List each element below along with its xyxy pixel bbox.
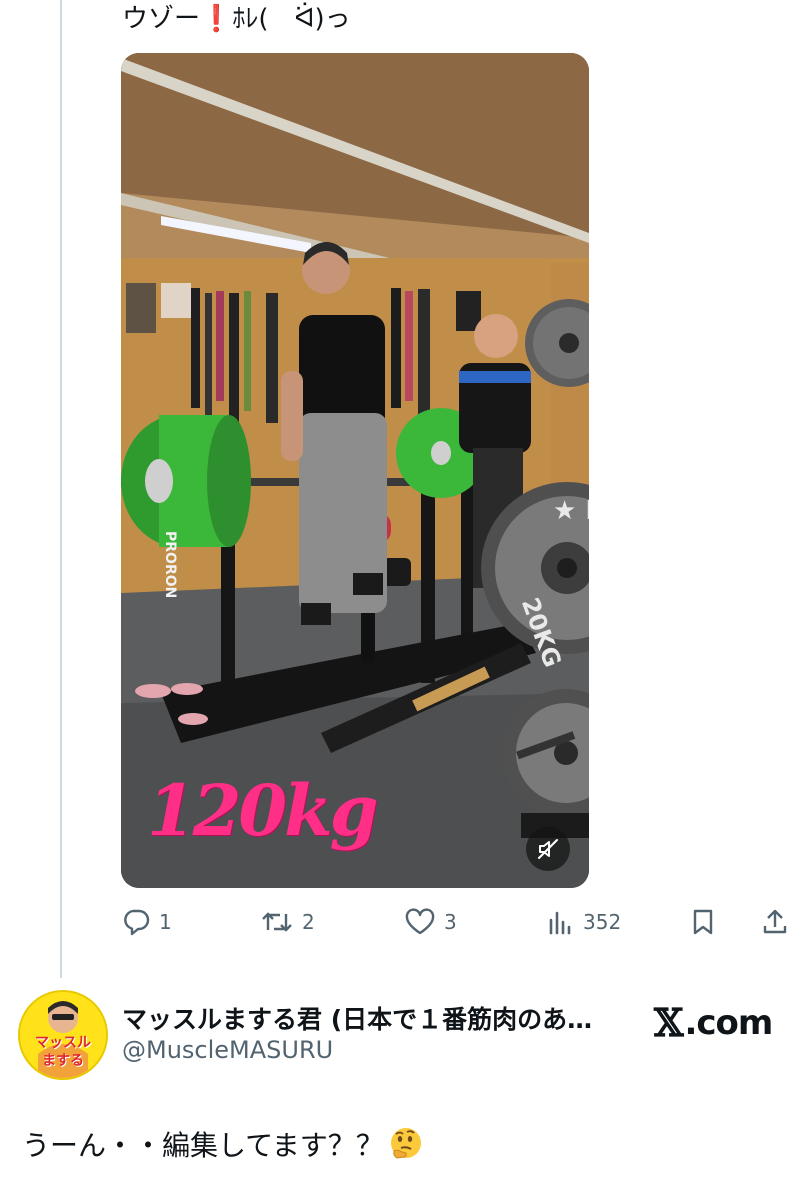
repost-button[interactable]: 2	[260, 900, 315, 944]
source-link[interactable]: 𝕏 .com	[654, 1000, 773, 1045]
views-icon	[549, 911, 571, 935]
thread-connector-line	[60, 0, 62, 978]
x-logo-icon: 𝕏	[654, 1000, 684, 1045]
tweet-text: ウゾー❗ﾎﾚ( ᐛ)っ	[122, 2, 351, 36]
reply-text-body: うーん・・編集してます？？	[22, 1129, 384, 1162]
tweet-action-bar: 1 2 3 352	[0, 900, 810, 944]
mute-toggle-button[interactable]	[526, 827, 570, 871]
video-frame: PRORON ★ EX 20KG	[121, 53, 589, 888]
bookmark-icon	[693, 909, 713, 935]
thinking-face-icon	[390, 1128, 421, 1159]
reply-text: うーん・・編集してます？？	[22, 1124, 424, 1164]
avatar[interactable]: マッスル まする	[18, 990, 108, 1080]
avatar-logo-text-top: マッスル	[35, 1035, 91, 1051]
like-count: 3	[444, 910, 457, 934]
like-button[interactable]: 3	[404, 900, 457, 944]
exclamation-emoji: ❗	[200, 4, 233, 34]
svg-text:★ EX: ★ EX	[553, 496, 589, 526]
heart-icon	[405, 908, 435, 935]
tweet-text-tail: ﾎﾚ( ᐛ)っ	[232, 4, 351, 34]
reply-button[interactable]: 1	[121, 900, 172, 944]
repost-icon	[262, 912, 292, 932]
share-icon	[763, 909, 787, 934]
tweet-text-main: ウゾー	[122, 4, 201, 34]
muted-speaker-icon	[538, 839, 558, 859]
weight-overlay-text: 120kg	[147, 769, 379, 852]
author-display-name[interactable]: マッスルまする君 (日本で１番筋肉のあ…	[122, 1000, 630, 1036]
quoted-author-card[interactable]: マッスル まする マッスルまする君 (日本で１番筋肉のあ… @MuscleMAS…	[18, 988, 798, 1080]
views-count: 352	[583, 910, 622, 934]
avatar-logo-text-bottom: まする	[42, 1053, 84, 1069]
reply-icon	[124, 909, 150, 936]
author-handle[interactable]: @MuscleMASURU	[122, 1036, 333, 1064]
video-player[interactable]: PRORON ★ EX 20KG	[121, 53, 589, 888]
share-button[interactable]	[761, 900, 789, 944]
bookmark-button[interactable]	[690, 900, 716, 944]
views-button[interactable]: 352	[547, 900, 621, 944]
svg-text:PRORON: PRORON	[162, 531, 178, 598]
repost-count: 2	[302, 910, 315, 934]
reply-count: 1	[159, 910, 172, 934]
source-domain: .com	[684, 1002, 773, 1043]
